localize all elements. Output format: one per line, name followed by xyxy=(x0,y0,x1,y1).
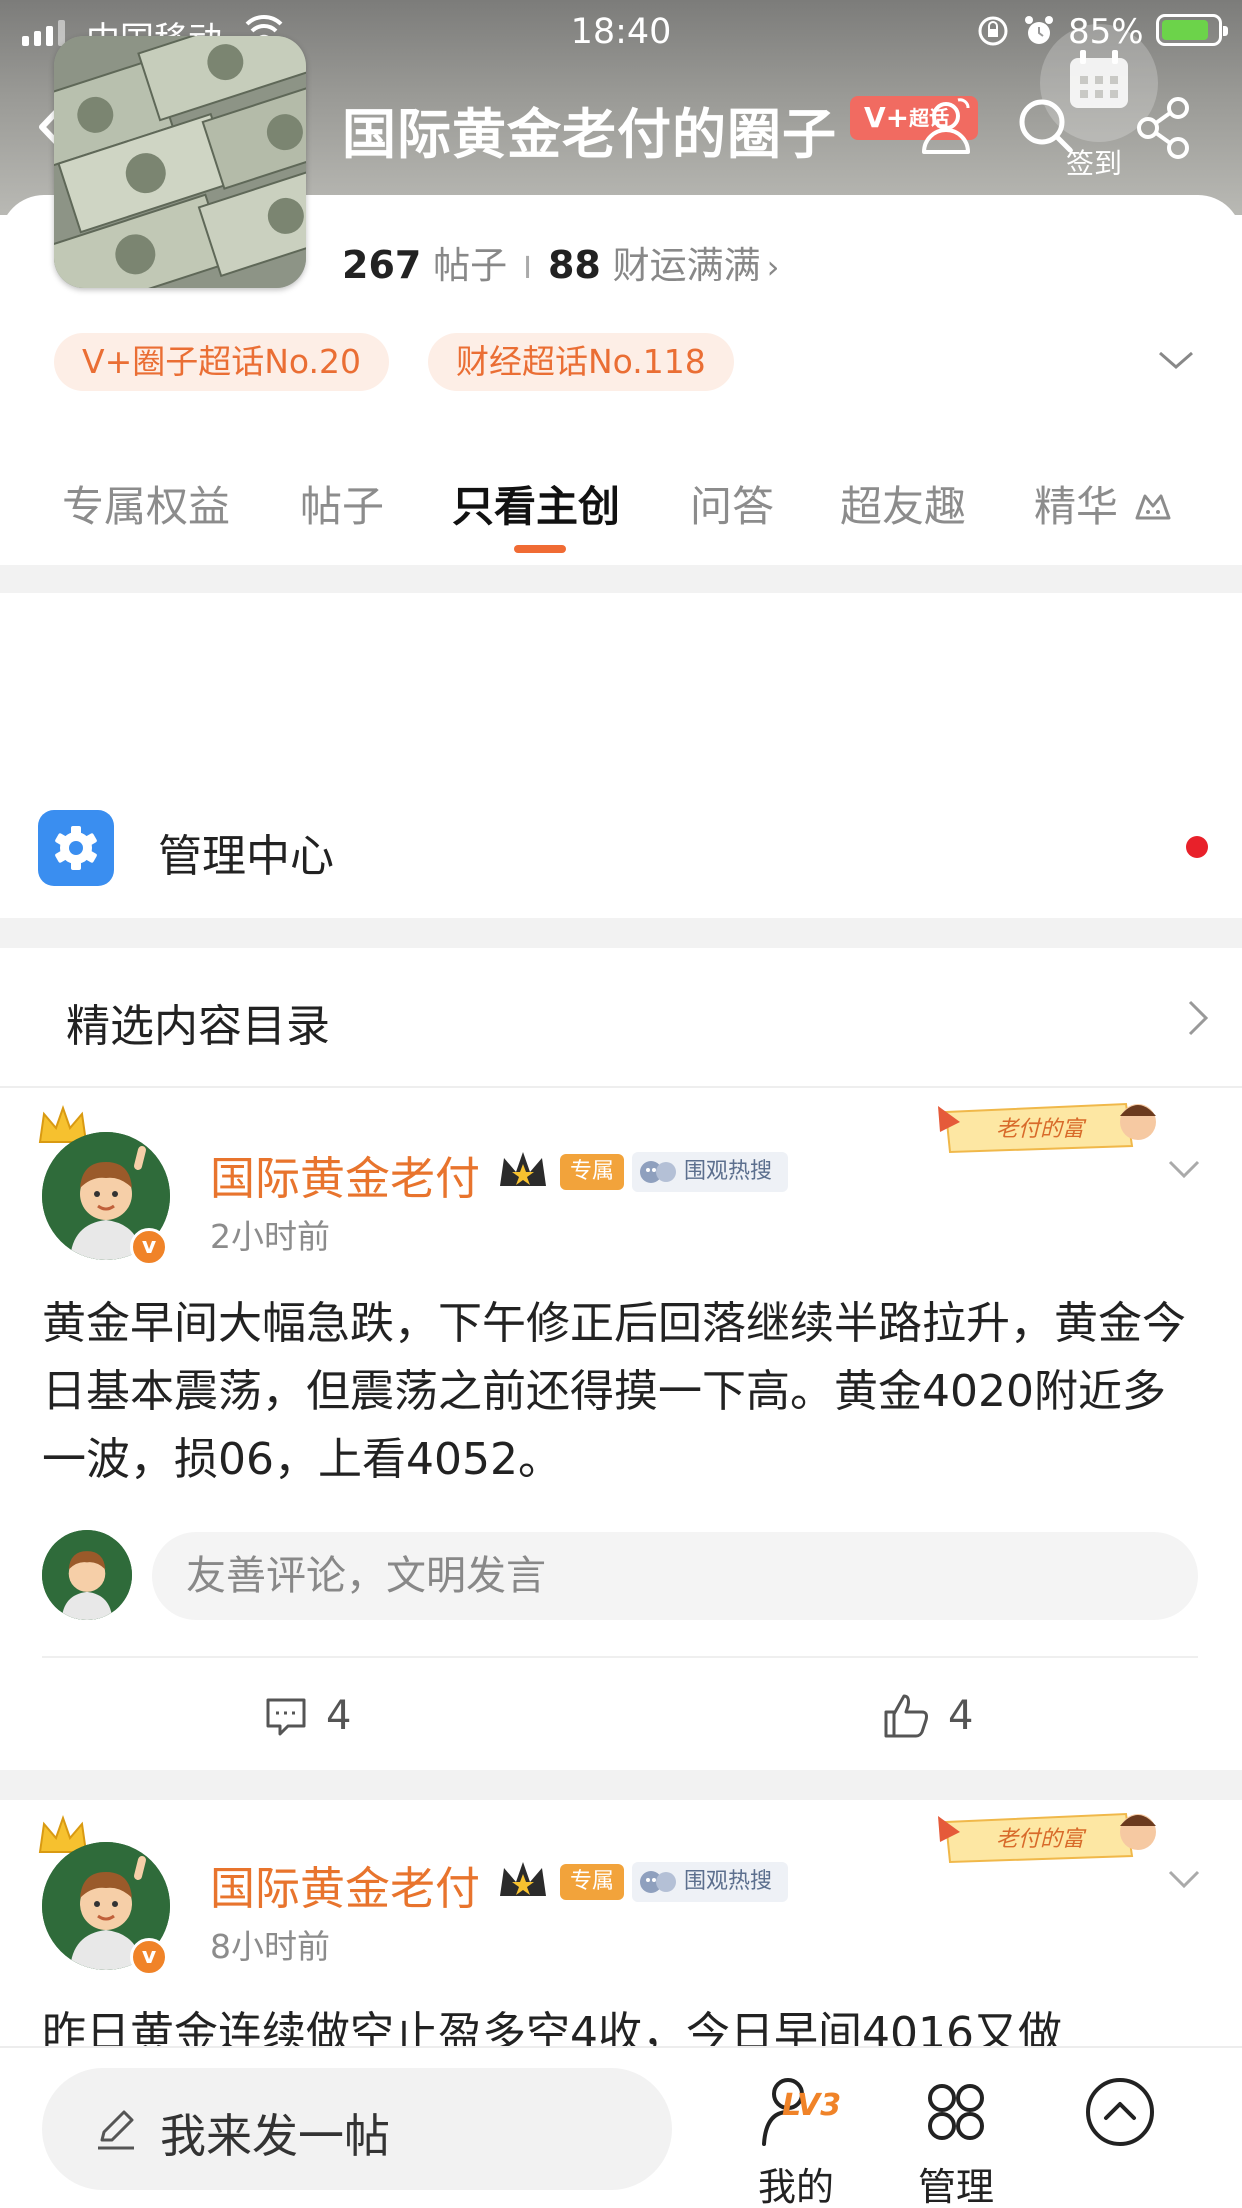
settings-gear-icon xyxy=(38,810,114,886)
hot-search-badge: 围观热搜 xyxy=(632,1862,788,1902)
user-level: LV3 xyxy=(782,2088,842,2123)
rank-tag-vplus[interactable]: V+圈子超话No.20 xyxy=(54,333,390,391)
money-stack-image xyxy=(54,36,306,288)
like-count: 4 xyxy=(948,1693,974,1739)
author-name[interactable]: 国际黄金老付 xyxy=(210,1852,480,1917)
members-icon[interactable] xyxy=(910,92,980,162)
fan-banner-decoration: 老付的富 xyxy=(938,1812,1156,1864)
thumbs-up-icon xyxy=(884,1694,928,1738)
comment-button[interactable]: 4 xyxy=(264,1686,351,1746)
post-time: 2小时前 xyxy=(210,1217,330,1256)
divider xyxy=(42,1656,1198,1658)
manage-center-label: 管理中心 xyxy=(158,831,334,882)
fan-banner-decoration: 老付的富 xyxy=(938,1102,1156,1154)
exclusive-badge: 专属 xyxy=(560,1154,624,1190)
nav-mine[interactable]: LV3 我的 xyxy=(726,2074,866,2208)
post-content[interactable]: 黄金早间大幅急跌，下午修正后回落继续半路拉升，黄金今日基本震荡，但震荡之前还得摸… xyxy=(42,1290,1192,1494)
scroll-top-icon xyxy=(1086,2078,1154,2146)
battery-icon xyxy=(1156,14,1228,46)
nav-label: 管理 xyxy=(917,2165,994,2208)
circle-cover-image[interactable] xyxy=(54,36,306,288)
chevron-right-icon: › xyxy=(766,248,780,286)
post-card[interactable]: v 国际黄金老付 专属 围观热搜 8小时前 老付的富 昨日黄金连续做空止盈多空4… xyxy=(0,1800,1242,2046)
verified-badge: v xyxy=(130,1938,168,1976)
crown-badge-icon xyxy=(500,1152,546,1186)
notification-dot xyxy=(1186,836,1208,858)
compose-post-button[interactable]: 我来发一帖 xyxy=(42,2068,672,2190)
nav-manage[interactable]: 管理 xyxy=(886,2074,1026,2208)
bottom-bar: 我来发一帖 LV3 我的 管理 xyxy=(0,2046,1242,2208)
nav-label: 我的 xyxy=(757,2165,834,2208)
crown-badge-icon xyxy=(500,1862,546,1896)
comment-count: 4 xyxy=(326,1693,352,1739)
author-name[interactable]: 国际黄金老付 xyxy=(210,1142,480,1207)
tab-creator-only[interactable]: 只看主创 xyxy=(452,473,620,534)
comment-icon xyxy=(266,1698,306,1736)
featured-catalog-label: 精选内容目录 xyxy=(66,1001,330,1052)
exclusive-badge: 专属 xyxy=(560,1864,624,1900)
chevron-down-icon[interactable] xyxy=(1156,345,1196,375)
section-divider xyxy=(0,1770,1242,1800)
nav-top[interactable] xyxy=(1050,2074,1190,2204)
eyes-icon xyxy=(640,1871,676,1893)
rank-tag-finance[interactable]: 财经超话No.118 xyxy=(428,333,734,391)
pencil-icon xyxy=(98,2110,134,2150)
more-options-icon[interactable] xyxy=(1166,1866,1202,1892)
manage-grid-icon xyxy=(928,2084,984,2140)
svg-text:老付的富: 老付的富 xyxy=(996,1117,1087,1142)
circle-title: 国际黄金老付的圈子 xyxy=(342,103,837,166)
featured-catalog-row[interactable]: 精选内容目录 xyxy=(0,948,1242,1088)
tab-fun[interactable]: 超友趣 xyxy=(840,473,966,534)
manage-center-row[interactable]: 管理中心 xyxy=(0,790,1242,910)
eyes-icon xyxy=(640,1161,676,1183)
comment-input[interactable]: 友善评论，文明发言 xyxy=(152,1532,1198,1620)
my-avatar xyxy=(42,1530,132,1620)
like-button[interactable]: 4 xyxy=(882,1686,973,1746)
circle-stats[interactable]: 267 帖子 I 88 财运满满 › xyxy=(342,235,779,289)
share-icon[interactable] xyxy=(1130,92,1200,162)
active-tab-indicator xyxy=(514,545,566,553)
gift-icon xyxy=(1135,494,1171,519)
section-divider xyxy=(0,918,1242,948)
post-card[interactable]: v 国际黄金老付 专属 围观热搜 2小时前 老付的富 黄金早间大幅急跌，下午修正… xyxy=(0,1090,1242,1770)
tab-benefits[interactable]: 专属权益 xyxy=(62,473,230,534)
chevron-right-icon xyxy=(1188,1000,1209,1036)
post-content[interactable]: 昨日黄金连续做空止盈多空4收，今日早间4016又做 xyxy=(42,2000,1192,2046)
more-options-icon[interactable] xyxy=(1166,1156,1202,1182)
hot-search-badge: 围观热搜 xyxy=(632,1152,788,1192)
post-time: 8小时前 xyxy=(210,1927,330,1966)
checkin-label[interactable]: 签到 xyxy=(1066,142,1122,182)
tab-bar: 专属权益 帖子 只看主创 问答 超友趣 精华 xyxy=(0,473,1242,565)
verified-badge: v xyxy=(130,1228,168,1266)
svg-text:老付的富: 老付的富 xyxy=(996,1827,1087,1852)
rotation-lock-icon xyxy=(978,16,1008,46)
compose-label: 我来发一帖 xyxy=(160,2109,390,2163)
tab-featured[interactable]: 精华 xyxy=(1034,473,1175,534)
tab-qa[interactable]: 问答 xyxy=(690,473,774,534)
section-divider xyxy=(0,565,1242,593)
tab-posts[interactable]: 帖子 xyxy=(300,473,384,534)
